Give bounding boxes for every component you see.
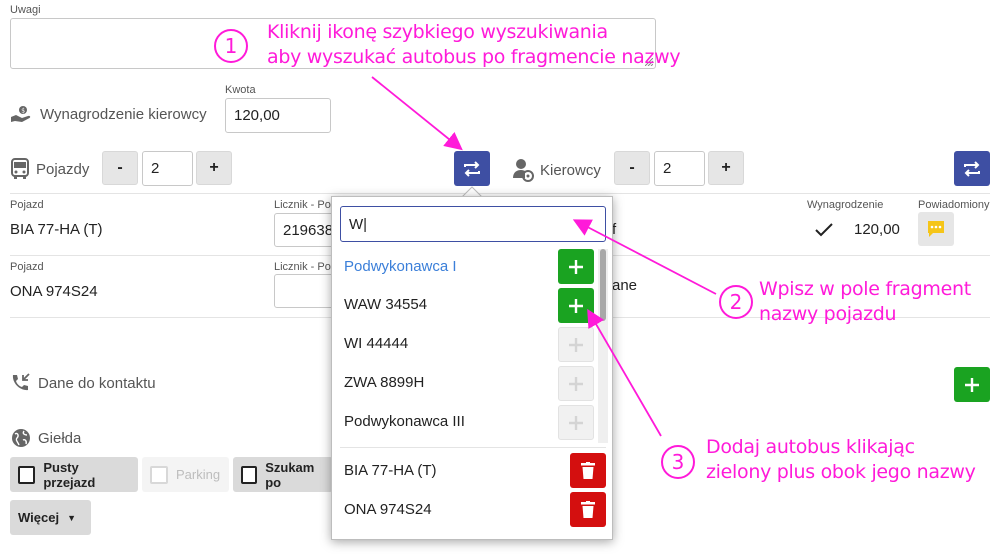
amount-label: Kwota bbox=[225, 84, 256, 96]
counter-label: Licznik - Po bbox=[274, 199, 331, 211]
result-name[interactable]: ZWA 8899H bbox=[344, 374, 424, 391]
add-vehicle-button[interactable] bbox=[558, 249, 594, 284]
plus-icon bbox=[569, 415, 583, 430]
remove-vehicle-button[interactable] bbox=[570, 492, 606, 527]
plus-icon bbox=[569, 259, 583, 274]
plus-icon bbox=[569, 298, 583, 313]
annotation-text: Kliknij ikonę szybkiego wyszukiwania aby… bbox=[267, 20, 681, 70]
parking-checkbox[interactable] bbox=[150, 465, 168, 484]
looking-for-text: Szukam po bbox=[265, 459, 315, 490]
drivers-text: Kierowcy bbox=[540, 161, 601, 179]
driver-icon bbox=[513, 159, 534, 182]
pay-header: Wynagrodzenie bbox=[807, 199, 884, 211]
trash-icon bbox=[581, 501, 595, 518]
search-dropdown: W| Podwykonawca I WAW 34554 WI 44444 ZWA… bbox=[331, 196, 613, 540]
selected-vehicle-name: BIA 77-HA (T) bbox=[344, 462, 437, 479]
vehicles-text: Pojazdy bbox=[36, 160, 90, 178]
more-text: Więcej bbox=[18, 510, 60, 525]
annotation-number: 2 bbox=[719, 285, 753, 319]
arrow-to-search-button bbox=[371, 76, 463, 151]
annotation-line: Wpisz w pole fragment bbox=[759, 278, 971, 300]
drivers-decrement-button[interactable]: - bbox=[614, 151, 650, 185]
annotation-number: 3 bbox=[661, 445, 695, 479]
svg-text:$: $ bbox=[21, 108, 25, 115]
vehicles-decrement-button[interactable]: - bbox=[102, 151, 138, 185]
contact-label: Dane do kontaktu bbox=[10, 373, 156, 393]
phone-icon bbox=[12, 373, 30, 391]
add-vehicle-button[interactable] bbox=[558, 288, 594, 323]
parking-chip[interactable]: Parking bbox=[142, 457, 229, 492]
driver-quick-search-button[interactable] bbox=[954, 151, 990, 186]
looking-for-checkbox[interactable] bbox=[241, 465, 258, 484]
result-name[interactable]: Podwykonawca III bbox=[344, 413, 465, 430]
annotation-number: 1 bbox=[214, 29, 248, 63]
driver-name-suffix: ane bbox=[612, 277, 638, 294]
contact-text: Dane do kontaktu bbox=[38, 374, 156, 392]
vehicles-increment-button[interactable]: + bbox=[196, 151, 232, 185]
swap-icon bbox=[964, 160, 980, 177]
add-vehicle-button-disabled bbox=[558, 327, 594, 362]
annotation-line: aby wyszukać autobus po fragmencie nazwy bbox=[267, 46, 681, 68]
looking-for-chip[interactable]: Szukam po bbox=[233, 457, 333, 492]
notified-header: Powiadomiony bbox=[918, 199, 990, 211]
amount-input[interactable]: 120,00 bbox=[225, 98, 331, 133]
empty-run-checkbox[interactable] bbox=[18, 465, 36, 484]
drivers-increment-button[interactable]: + bbox=[708, 151, 744, 185]
vehicle-col-label: Pojazd bbox=[10, 261, 44, 273]
annotation-line: nazwy pojazdu bbox=[759, 303, 897, 325]
globe-icon bbox=[12, 429, 30, 447]
driver-pay-label: $ Wynagrodzenie kierowcy bbox=[10, 104, 207, 124]
plus-icon bbox=[965, 377, 979, 392]
result-name[interactable]: WAW 34554 bbox=[344, 296, 427, 313]
vehicle-quick-search-button[interactable] bbox=[454, 151, 490, 186]
drivers-label: Kierowcy bbox=[512, 158, 601, 182]
plus-icon bbox=[569, 376, 583, 391]
scrollbar-thumb[interactable] bbox=[600, 249, 606, 321]
plus-icon bbox=[569, 337, 583, 352]
bus-icon bbox=[11, 158, 29, 179]
exchange-label: Giełda bbox=[10, 427, 81, 449]
counter-label: Licznik - Po bbox=[274, 261, 331, 273]
vehicles-label: Pojazdy bbox=[10, 158, 89, 180]
chat-icon bbox=[928, 221, 944, 237]
annotation-line: Kliknij ikonę szybkiego wyszukiwania bbox=[267, 21, 608, 43]
hand-money-icon: $ bbox=[11, 106, 31, 122]
result-name[interactable]: Podwykonawca I bbox=[344, 258, 457, 275]
annotation-line: Dodaj autobus klikając bbox=[706, 436, 915, 458]
exchange-text: Giełda bbox=[38, 429, 82, 447]
annotation-line: zielony plus obok jego nazwy bbox=[706, 461, 976, 483]
notes-label: Uwagi bbox=[10, 4, 41, 16]
empty-run-text: Pusty przejazd bbox=[43, 459, 96, 490]
vehicles-count-input[interactable]: 2 bbox=[142, 151, 193, 186]
add-contact-button[interactable] bbox=[954, 367, 990, 402]
empty-run-chip[interactable]: Pusty przejazd bbox=[10, 457, 138, 492]
add-vehicle-button-disabled bbox=[558, 405, 594, 440]
selected-vehicle-name: ONA 974S24 bbox=[344, 501, 432, 518]
annotation-text: Dodaj autobus klikając zielony plus obok… bbox=[706, 435, 976, 485]
more-button[interactable]: Więcej ▼ bbox=[10, 500, 91, 535]
results-scrollbar[interactable] bbox=[598, 249, 608, 443]
vehicle-search-input[interactable]: W| bbox=[340, 206, 606, 242]
vehicle-name: BIA 77-HA (T) bbox=[10, 221, 103, 238]
remove-vehicle-button[interactable] bbox=[570, 453, 606, 488]
result-name[interactable]: WI 44444 bbox=[344, 335, 408, 352]
caret-down-icon: ▼ bbox=[67, 512, 76, 523]
vehicle-name: ONA 974S24 bbox=[10, 283, 98, 300]
annotation-text: Wpisz w pole fragment nazwy pojazdu bbox=[759, 277, 971, 327]
row-divider bbox=[10, 193, 990, 194]
vehicle-col-label: Pojazd bbox=[10, 199, 44, 211]
driver-pay-value: 120,00 bbox=[854, 221, 900, 238]
driver-pay-text: Wynagrodzenie kierowcy bbox=[40, 105, 207, 123]
swap-icon bbox=[464, 160, 480, 177]
notify-button[interactable] bbox=[918, 212, 954, 246]
check-icon bbox=[815, 223, 833, 237]
trash-icon bbox=[581, 462, 595, 479]
drivers-count-input[interactable]: 2 bbox=[654, 151, 705, 186]
parking-text: Parking bbox=[176, 467, 221, 482]
add-vehicle-button-disabled bbox=[558, 366, 594, 401]
dropdown-divider bbox=[340, 447, 606, 448]
